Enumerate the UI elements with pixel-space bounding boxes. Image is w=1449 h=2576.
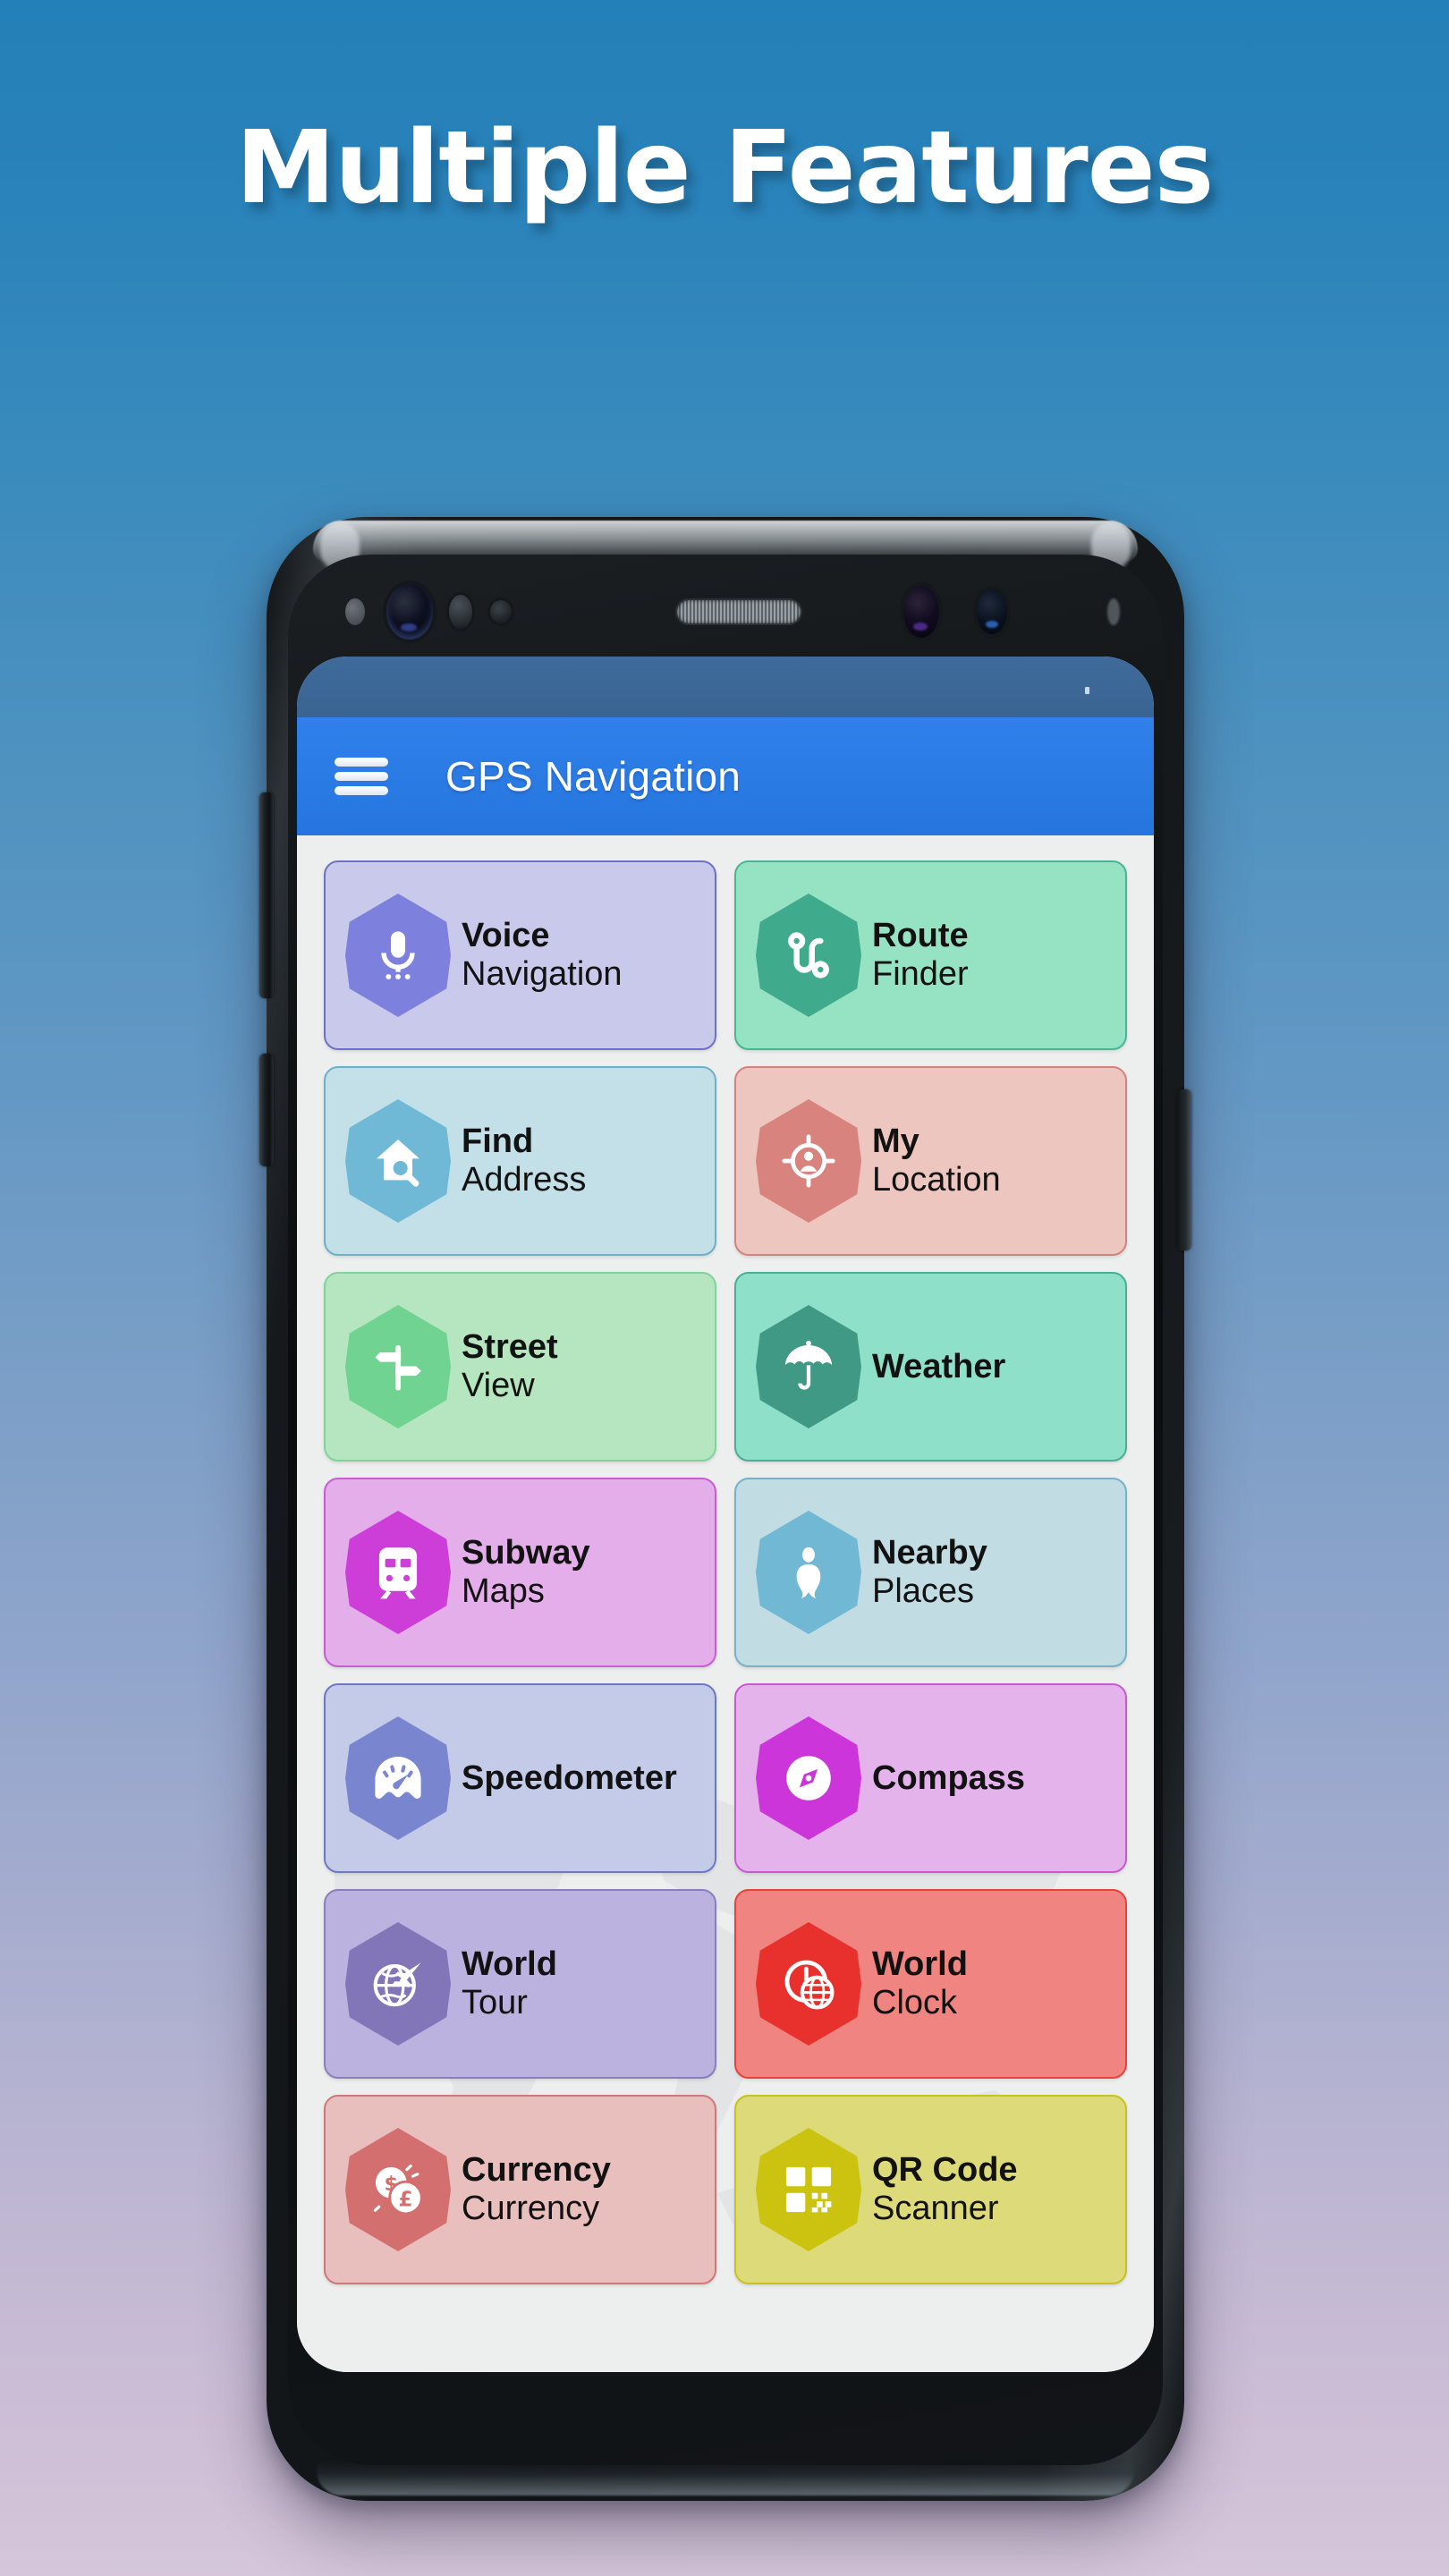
promo-page: Multiple Features GPS Navigation Voice N… bbox=[0, 0, 1449, 2576]
tile-label: Compass bbox=[872, 1759, 1025, 1798]
tile-label-line1: Currency bbox=[462, 2151, 611, 2190]
app-bar: GPS Navigation bbox=[297, 717, 1154, 835]
globe-plane-icon bbox=[345, 1922, 451, 2046]
power-button[interactable] bbox=[1177, 1089, 1191, 1250]
tile-label-line1: Street bbox=[462, 1328, 558, 1367]
tile-label: Find Address bbox=[462, 1123, 586, 1199]
tile-label-line2: View bbox=[462, 1367, 535, 1404]
tile-world-clock[interactable]: World Clock bbox=[734, 1889, 1127, 2079]
tile-label-line2: Finder bbox=[872, 955, 969, 993]
tile-label-line2: Places bbox=[872, 1572, 975, 1610]
speedometer-icon bbox=[345, 1716, 451, 1840]
tile-label-line1: My bbox=[872, 1123, 919, 1161]
tile-label: Currency Currency bbox=[462, 2151, 611, 2227]
tile-label-line2: Clock bbox=[872, 1984, 958, 2021]
tile-label-line2: Maps bbox=[462, 1572, 545, 1610]
tile-label: My Location bbox=[872, 1123, 1001, 1199]
tile-weather[interactable]: Weather bbox=[734, 1272, 1127, 1462]
tile-label: World Clock bbox=[872, 1945, 968, 2021]
tile-label: Route Finder bbox=[872, 917, 969, 993]
tile-label-line1: Voice bbox=[462, 917, 550, 955]
train-icon bbox=[345, 1511, 451, 1634]
tile-world-tour[interactable]: World Tour bbox=[324, 1889, 716, 2079]
tile-label-line1: Weather bbox=[872, 1347, 1006, 1385]
page-headline: Multiple Features bbox=[235, 110, 1215, 226]
tile-label-line1: Find bbox=[462, 1123, 534, 1161]
tile-nearby-places[interactable]: Nearby Places bbox=[734, 1478, 1127, 1667]
phone-sensor-row bbox=[288, 569, 1163, 655]
tile-label-line1: Speedometer bbox=[462, 1758, 677, 1797]
tile-label-line2: Tour bbox=[462, 1984, 528, 2021]
tile-label-line1: Subway bbox=[462, 1534, 590, 1572]
tile-currency[interactable]: $ £ Currency Currency bbox=[324, 2095, 716, 2284]
tile-label-line1: Route bbox=[872, 917, 969, 955]
tile-street-view[interactable]: Street View bbox=[324, 1272, 716, 1462]
umbrella-icon bbox=[756, 1305, 861, 1428]
tile-qr-code-scanner[interactable]: QR Code Scanner bbox=[734, 2095, 1127, 2284]
tile-label: Speedometer bbox=[462, 1759, 677, 1798]
tile-label-line1: World bbox=[462, 1945, 557, 1984]
app-bar-title: GPS Navigation bbox=[445, 753, 741, 800]
tile-label: Weather bbox=[872, 1348, 1005, 1386]
coins-icon: $ £ bbox=[345, 2128, 451, 2251]
tile-label-line1: QR Code bbox=[872, 2151, 1018, 2190]
tile-label-line2: Scanner bbox=[872, 2190, 999, 2227]
tile-voice-navigation[interactable]: Voice Navigation bbox=[324, 860, 716, 1050]
tile-my-location[interactable]: My Location bbox=[734, 1066, 1127, 1256]
secondary-camera-icon bbox=[977, 589, 1007, 634]
hamburger-menu-icon[interactable] bbox=[335, 758, 388, 795]
tile-label: Nearby Places bbox=[872, 1534, 987, 1610]
volume-rocker-button[interactable] bbox=[259, 792, 274, 998]
tile-label-line2: Currency bbox=[462, 2190, 600, 2227]
tile-label-line1: Compass bbox=[872, 1758, 1026, 1797]
compass-icon bbox=[756, 1716, 861, 1840]
status-bar-indicator-icon bbox=[1085, 687, 1089, 694]
tile-compass[interactable]: Compass bbox=[734, 1683, 1127, 1873]
location-target-person-icon bbox=[756, 1099, 861, 1223]
tile-label-line1: World bbox=[872, 1945, 968, 1984]
tile-label: QR Code Scanner bbox=[872, 2151, 1018, 2227]
tile-label-line1: Nearby bbox=[872, 1534, 987, 1572]
phone-screen: GPS Navigation Voice Navigation Route Fi… bbox=[297, 657, 1154, 2372]
route-path-icon bbox=[756, 894, 861, 1017]
person-place-icon bbox=[756, 1511, 861, 1634]
tile-speedometer[interactable]: Speedometer bbox=[324, 1683, 716, 1873]
feature-grid: Voice Navigation Route Finder Find Addre… bbox=[324, 860, 1127, 2284]
tile-label-line2: Navigation bbox=[462, 955, 623, 993]
phone-bottom-edge-highlight bbox=[317, 2460, 1134, 2496]
phone-mockup: GPS Navigation Voice Navigation Route Fi… bbox=[259, 517, 1191, 2501]
tile-label: Voice Navigation bbox=[462, 917, 623, 993]
tile-label: World Tour bbox=[462, 1945, 557, 2021]
tile-find-address[interactable]: Find Address bbox=[324, 1066, 716, 1256]
svg-text:£: £ bbox=[399, 2188, 413, 2211]
edge-sensor-icon bbox=[1107, 598, 1120, 625]
front-camera-icon bbox=[386, 584, 433, 640]
earpiece-speaker-icon bbox=[677, 600, 801, 623]
house-search-icon bbox=[345, 1099, 451, 1223]
proximity-dot-icon bbox=[345, 598, 365, 625]
light-sensor-icon bbox=[490, 600, 512, 623]
tile-label: Subway Maps bbox=[462, 1534, 590, 1610]
tile-route-finder[interactable]: Route Finder bbox=[734, 860, 1127, 1050]
signpost-icon bbox=[345, 1305, 451, 1428]
app-content: Voice Navigation Route Finder Find Addre… bbox=[297, 835, 1154, 2372]
bixby-button[interactable] bbox=[259, 1054, 274, 1166]
microphone-icon bbox=[345, 894, 451, 1017]
tile-label: Street View bbox=[462, 1328, 558, 1404]
tile-label-line2: Address bbox=[462, 1161, 587, 1199]
tile-label-line2: Location bbox=[872, 1161, 1001, 1199]
status-bar bbox=[297, 657, 1154, 717]
iris-camera-icon bbox=[903, 586, 939, 638]
iris-sensor-icon bbox=[449, 595, 472, 629]
qr-code-icon bbox=[756, 2128, 861, 2251]
tile-subway-maps[interactable]: Subway Maps bbox=[324, 1478, 716, 1667]
clock-globe-icon bbox=[756, 1922, 861, 2046]
